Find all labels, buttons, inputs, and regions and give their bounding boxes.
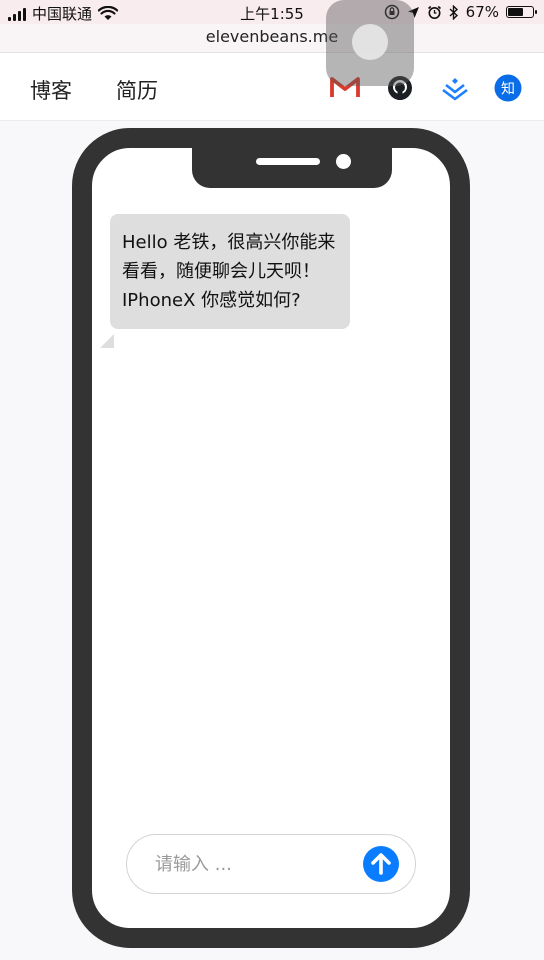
zhihu-icon[interactable]: 知 [493, 73, 523, 103]
juejin-icon[interactable] [440, 73, 470, 103]
iphone-x-mockup: Hello 老铁，很高兴你能来看看，随便聊会儿天呗！IPhoneX 你感觉如何? [72, 128, 470, 948]
url-bar[interactable]: elevenbeans.me [0, 24, 544, 53]
battery-icon [506, 6, 537, 18]
nav-link-blog[interactable]: 博客 [30, 75, 72, 105]
battery-percent: 67% [465, 3, 499, 21]
alarm-icon [427, 5, 441, 19]
nav-link-resume[interactable]: 简历 [116, 75, 158, 105]
bubble-tail [100, 334, 114, 348]
chat-message-bubble: Hello 老铁，很高兴你能来看看，随便聊会儿天呗！IPhoneX 你感觉如何? [110, 214, 350, 329]
speaker-icon [256, 158, 320, 165]
chat-message-text: Hello 老铁，很高兴你能来看看，随便聊会儿天呗！IPhoneX 你感觉如何? [122, 232, 336, 311]
assistive-touch-button[interactable] [326, 0, 414, 86]
camera-icon [336, 154, 351, 169]
assistive-touch-icon [352, 24, 388, 60]
zhihu-label: 知 [501, 81, 515, 98]
site-nav: 博客 简历 知 [0, 53, 544, 121]
send-button[interactable] [363, 846, 399, 882]
chat-input-bar [126, 834, 416, 894]
arrow-up-icon [371, 853, 391, 875]
status-bar: 中国联通 上午1:55 67% [0, 0, 544, 24]
chat-input[interactable] [153, 849, 357, 879]
bluetooth-icon [449, 4, 458, 20]
phone-notch [192, 144, 392, 188]
